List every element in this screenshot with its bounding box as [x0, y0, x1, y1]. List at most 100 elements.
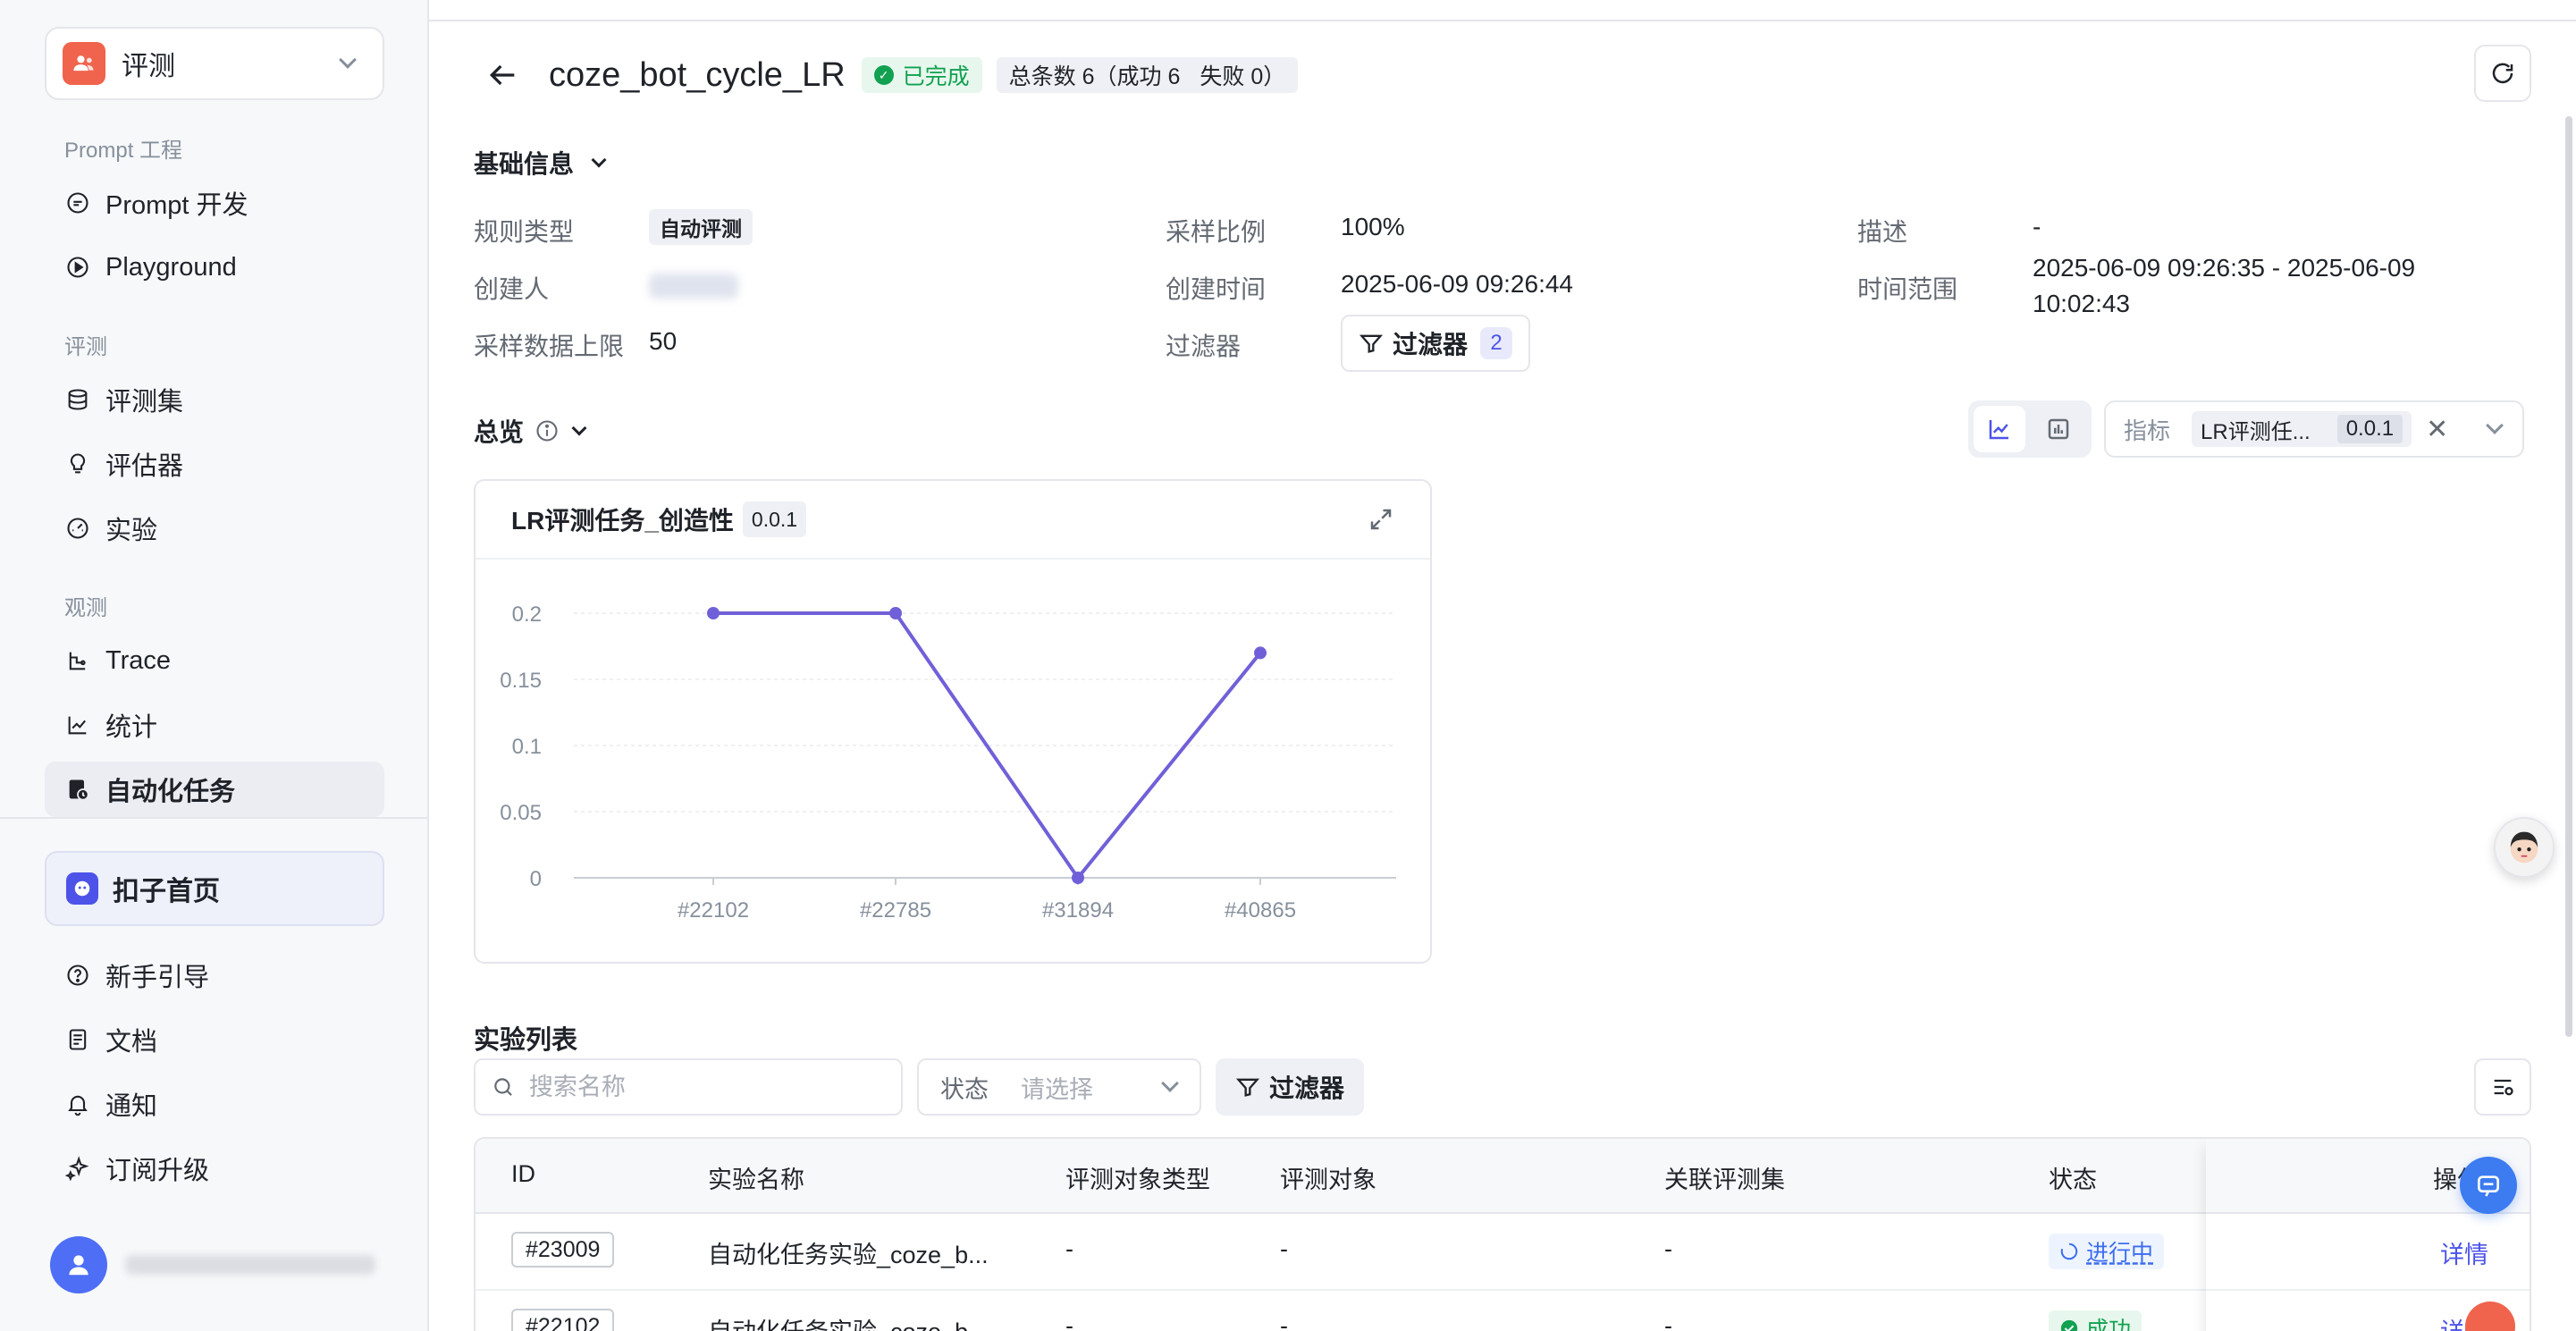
task-icon: [64, 776, 91, 803]
data-point: [707, 607, 720, 619]
sidebar-item-notifications[interactable]: 通知: [45, 1076, 384, 1132]
basic-info-toggle[interactable]: 基础信息: [474, 145, 607, 181]
play-circle-icon: [64, 254, 91, 281]
basic-info-title: 基础信息: [474, 150, 575, 178]
chart-version: 0.0.1: [742, 501, 807, 537]
failed-count: 失败 0）: [1200, 64, 1286, 89]
column-header: 状态: [2049, 1167, 2097, 1193]
range-label: 时间范围: [1857, 275, 1958, 303]
main-content: coze_bot_cycle_LR ✓ 已完成 总条数 6（成功 6 失败 0）…: [429, 21, 2576, 1331]
data-point: [1254, 646, 1267, 660]
bar-chart-icon: [2048, 418, 2069, 440]
sidebar-item-label: 文档: [105, 1028, 158, 1057]
dataset: -: [1664, 1235, 1672, 1262]
sidebar-item-playground[interactable]: Playground: [45, 240, 384, 295]
column-header: 评测对象类型: [1065, 1167, 1210, 1193]
chart-view-toggle: [1968, 400, 2092, 458]
bell-icon: [64, 1091, 91, 1117]
table-header: ID 实验名称 评测对象类型 评测对象 关联评测集 状态 操作: [476, 1139, 2530, 1214]
user-name-redacted: [125, 1255, 375, 1275]
list-filter-label: 过滤器: [1269, 1074, 1345, 1102]
overview-title: 总览: [474, 418, 525, 446]
sidebar-item-prompt-dev[interactable]: Prompt 开发: [45, 175, 384, 231]
status-text: 进行中: [2086, 1241, 2154, 1266]
table-row[interactable]: #23009 自动化任务实验_coze_b... - - - 进行中 详情: [476, 1214, 2530, 1291]
metric-select[interactable]: 指标 LR评测任... 0.0.1 ✕: [2104, 400, 2524, 458]
dataset: -: [1664, 1312, 1672, 1331]
assistant-avatar-button[interactable]: [2494, 817, 2555, 878]
expand-icon[interactable]: [1368, 506, 1394, 533]
document-icon: [64, 1026, 91, 1053]
chevron-down-icon: [1161, 1074, 1179, 1092]
sidebar-item-upgrade[interactable]: 订阅升级: [45, 1141, 384, 1196]
overview-toggle[interactable]: 总览: [474, 413, 587, 449]
user-profile[interactable]: [50, 1234, 390, 1296]
limit-value: 50: [649, 327, 678, 355]
sidebar-item-label: Trace: [105, 645, 172, 675]
experiment-name: 自动化任务实验_coze_b...: [708, 1312, 989, 1331]
refresh-button[interactable]: [2474, 45, 2531, 102]
status-badge: 进行中: [2049, 1234, 2165, 1269]
sidebar-item-docs[interactable]: 文档: [45, 1012, 384, 1067]
column-header: 评测对象: [1280, 1167, 1376, 1193]
line-view-button[interactable]: [1974, 406, 2025, 452]
sidebar-item-trace[interactable]: Trace: [45, 633, 384, 688]
experiment-id: #22102: [511, 1309, 615, 1331]
filter-button[interactable]: 过滤器 2: [1341, 315, 1531, 372]
experiment-name: 自动化任务实验_coze_b...: [708, 1242, 989, 1268]
metric-chip-version: 0.0.1: [2336, 415, 2403, 443]
scrollbar[interactable]: [2565, 116, 2572, 1037]
limit-label: 采样数据上限: [474, 333, 625, 360]
sidebar-item-label: 实验: [105, 517, 158, 545]
workspace-users-icon: [63, 42, 105, 85]
sidebar-item-experiments[interactable]: 实验: [45, 501, 384, 556]
sidebar-divider: [0, 817, 429, 819]
workspace-switcher[interactable]: 评测: [45, 27, 384, 100]
y-tick-label: 0: [530, 867, 542, 891]
line-chart-icon: [1989, 420, 2008, 440]
column-settings-icon: [2494, 1079, 2513, 1096]
refresh-icon: [2492, 63, 2513, 84]
chart-title: LR评测任务_创造性: [511, 507, 734, 535]
search-input[interactable]: [528, 1073, 885, 1101]
home-label: 扣子首页: [113, 877, 220, 906]
column-settings-button[interactable]: [2474, 1058, 2531, 1116]
chevron-down-icon: [571, 420, 587, 436]
sidebar-item-label: 评测集: [105, 388, 184, 417]
sidebar-item-stats[interactable]: 统计: [45, 697, 384, 753]
data-point: [889, 607, 902, 619]
lightbulb-icon: [64, 451, 91, 477]
list-filter-button[interactable]: 过滤器: [1216, 1058, 1365, 1116]
sidebar-item-evaluators[interactable]: 评估器: [45, 436, 384, 492]
group-title-observe: 观测: [64, 596, 107, 620]
chart-icon: [64, 712, 91, 738]
bar-view-button[interactable]: [2033, 406, 2084, 452]
sidebar-item-datasets[interactable]: 评测集: [45, 372, 384, 427]
metric-label: 指标: [2124, 417, 2171, 444]
detail-link[interactable]: 详情: [2440, 1235, 2488, 1270]
workspace-label: 评测: [122, 52, 175, 81]
table-row[interactable]: #22102 自动化任务实验_coze_b... - - - 成功 详情: [476, 1291, 2530, 1331]
chart-card-header: LR评测任务_创造性 0.0.1: [476, 481, 1430, 560]
check-circle-icon: ✓: [873, 65, 894, 85]
back-arrow-icon[interactable]: [483, 55, 522, 95]
filter-button-label: 过滤器: [1393, 331, 1469, 358]
chat-button[interactable]: [2460, 1157, 2517, 1214]
page-title: coze_bot_cycle_LR: [549, 55, 846, 94]
range-value-line1: 2025-06-09 09:26:35 - 2025-06-09: [2033, 254, 2416, 282]
sidebar-item-guide[interactable]: 新手引导: [45, 948, 384, 1003]
status-select[interactable]: 状态 请选择: [917, 1058, 1201, 1116]
info-icon[interactable]: [535, 418, 560, 443]
metric-chip-label: LR评测任...: [2201, 419, 2311, 444]
sidebar-item-automation[interactable]: 自动化任务: [45, 762, 384, 817]
page-header: coze_bot_cycle_LR ✓ 已完成 总条数 6（成功 6 失败 0）: [483, 48, 1299, 102]
search-box: [474, 1058, 903, 1116]
target: -: [1280, 1235, 1288, 1262]
coze-home-button[interactable]: 扣子首页: [45, 851, 384, 926]
sparkle-icon: [64, 1155, 91, 1182]
filter-count-badge: 2: [1480, 327, 1513, 359]
coze-logo-icon: [66, 872, 98, 905]
close-icon[interactable]: ✕: [2426, 414, 2448, 445]
experiment-table: ID 实验名称 评测对象类型 评测对象 关联评测集 状态 操作 #23009 自…: [474, 1137, 2531, 1331]
group-title-eval: 评测: [64, 335, 107, 359]
